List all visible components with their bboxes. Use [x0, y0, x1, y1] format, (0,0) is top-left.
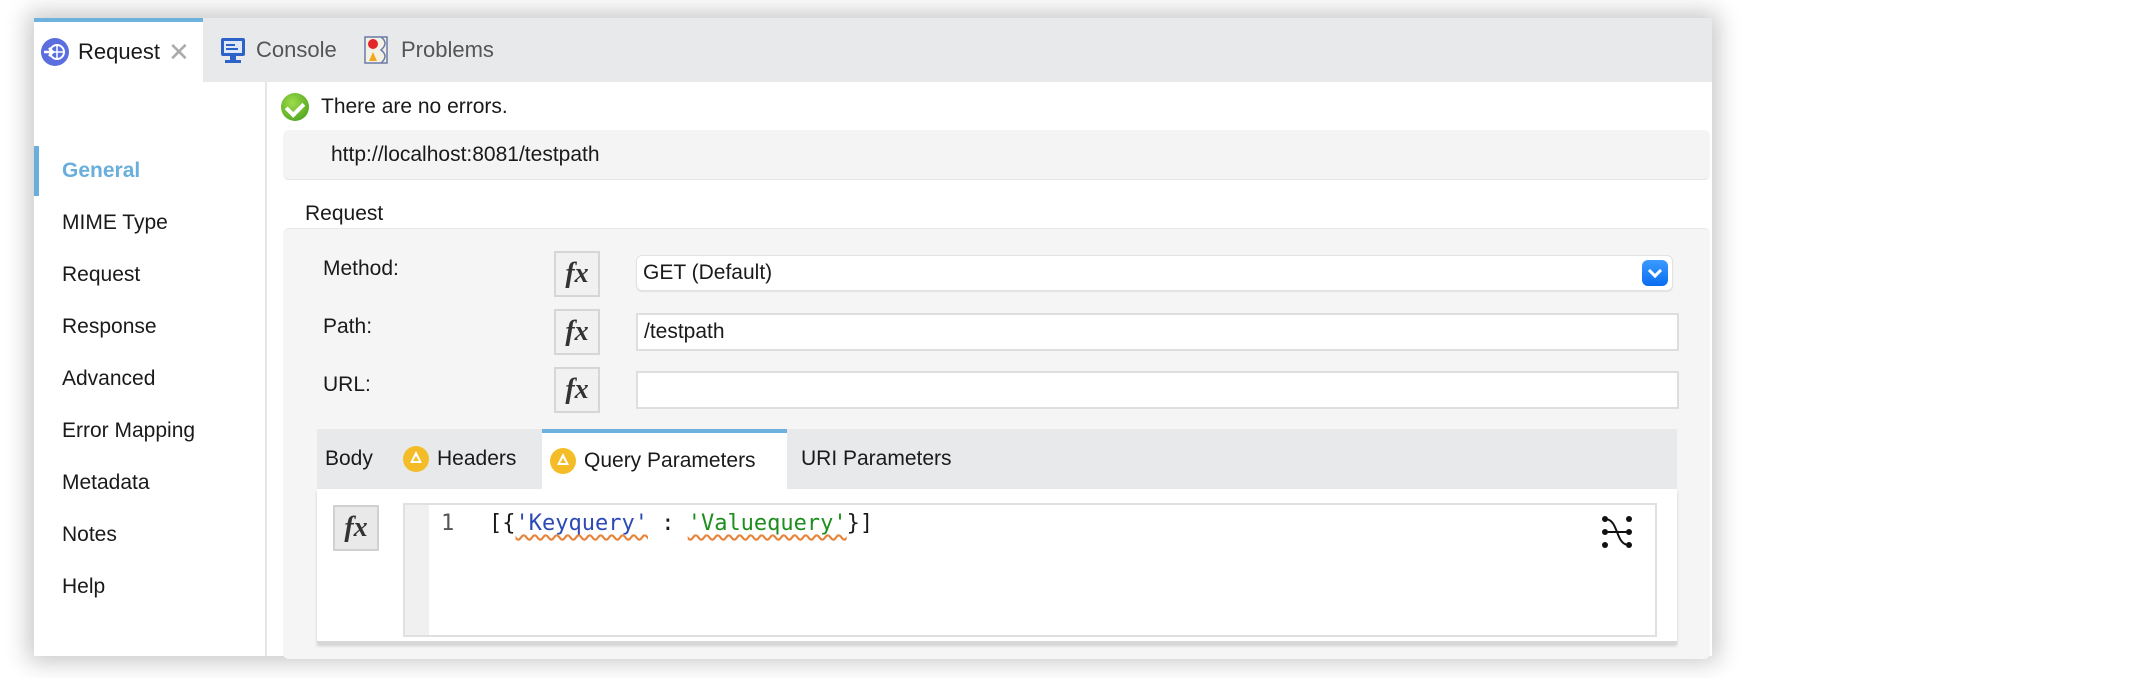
sidebar: General MIME Type Request Response Advan…: [34, 82, 267, 656]
request-globe-icon: [40, 37, 70, 67]
main-panel: There are no errors. http://localhost:80…: [267, 82, 1712, 659]
warning-icon: [550, 448, 576, 474]
tab-uri-parameters[interactable]: URI Parameters: [801, 429, 952, 489]
tab-problems[interactable]: Problems: [363, 18, 494, 82]
sidebar-item-advanced[interactable]: Advanced: [34, 354, 263, 404]
code-separator: :: [647, 511, 688, 536]
sidebar-item-response[interactable]: Response: [34, 302, 263, 352]
transform-graph-icon[interactable]: [1601, 515, 1633, 549]
tab-uri-parameters-label: URI Parameters: [801, 447, 952, 470]
tab-request[interactable]: Request ✕: [34, 18, 203, 82]
tab-console-label: Console: [256, 37, 337, 62]
code-editor[interactable]: 1 [{'Keyquery' : 'Valuequery'}]: [403, 503, 1657, 637]
tab-headers[interactable]: Headers: [403, 429, 516, 489]
tab-request-label: Request: [78, 39, 160, 64]
sidebar-item-notes[interactable]: Notes: [34, 510, 263, 560]
problems-map-icon: [363, 35, 393, 65]
code-prefix: [{: [489, 511, 516, 536]
sidebar-item-error-mapping[interactable]: Error Mapping: [34, 406, 263, 456]
console-monitor-icon: [218, 35, 248, 65]
request-section-title: Request: [305, 202, 384, 225]
tab-console[interactable]: Console: [218, 18, 337, 82]
request-section: Method: fx GET (Default) Path: fx /testp…: [283, 228, 1710, 659]
editor-tab-strip: Request ✕ Console Problems: [34, 18, 1712, 82]
path-input[interactable]: /testpath: [636, 313, 1679, 351]
method-select[interactable]: GET (Default): [636, 255, 1673, 291]
code-suffix: }]: [846, 511, 874, 536]
sidebar-item-help[interactable]: Help: [34, 562, 263, 612]
tab-query-parameters-label: Query Parameters: [584, 449, 756, 472]
tab-problems-label: Problems: [401, 37, 494, 62]
line-number: 1: [441, 511, 455, 536]
url-fx-button[interactable]: fx: [554, 367, 600, 413]
sidebar-item-metadata[interactable]: Metadata: [34, 458, 263, 508]
method-label: Method:: [323, 257, 399, 280]
tab-headers-label: Headers: [437, 447, 517, 470]
url-input[interactable]: [636, 371, 1679, 409]
editor-gutter: [405, 505, 429, 635]
request-editor-window: Request ✕ Console Problems General MIME …: [34, 18, 1712, 659]
validation-status: There are no errors.: [281, 90, 508, 124]
code-key: 'Keyquery': [515, 511, 648, 536]
sidebar-item-request[interactable]: Request: [34, 250, 263, 300]
warning-icon: [403, 446, 429, 472]
method-fx-button[interactable]: fx: [554, 251, 600, 297]
path-fx-button[interactable]: fx: [554, 309, 600, 355]
tab-body[interactable]: Body: [325, 429, 373, 489]
tab-body-label: Body: [325, 447, 373, 470]
method-select-value: GET (Default): [643, 261, 773, 284]
chevron-down-icon[interactable]: [1642, 260, 1668, 286]
sidebar-item-general[interactable]: General: [34, 146, 263, 196]
success-check-icon: [281, 93, 309, 121]
path-label: Path:: [323, 315, 373, 338]
sidebar-item-mime-type[interactable]: MIME Type: [34, 198, 263, 248]
query-parameters-panel: fx 1 [{'Keyquery' : 'Valuequery'}]: [317, 489, 1677, 644]
parameters-tab-strip: Body Headers Query Parameters URI Parame…: [317, 429, 1677, 489]
code-value: 'Valuequery': [687, 511, 847, 536]
code-line[interactable]: [{'Keyquery' : 'Valuequery'}]: [489, 511, 873, 536]
url-label: URL:: [323, 373, 371, 396]
close-icon[interactable]: ✕: [168, 37, 190, 68]
status-message: There are no errors.: [321, 95, 508, 118]
expression-fx-button[interactable]: fx: [333, 505, 379, 551]
tab-query-parameters[interactable]: Query Parameters: [542, 429, 787, 489]
resolved-url: http://localhost:8081/testpath: [283, 130, 1710, 180]
